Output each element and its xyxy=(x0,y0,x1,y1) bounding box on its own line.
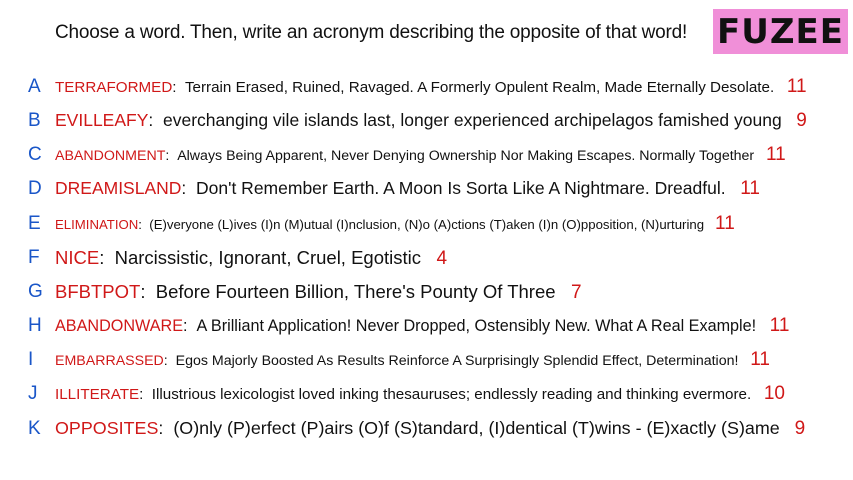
letter-count: 7 xyxy=(570,281,582,303)
option-letter: E xyxy=(28,213,41,234)
separator: : xyxy=(139,386,152,403)
answer-row: F NICE: Narcissistic, Ignorant, Cruel, Eg… xyxy=(0,242,853,274)
letter-count: 9 xyxy=(794,418,806,439)
answer-row: H ABANDONWARE: A Brilliant Application! N… xyxy=(0,310,853,342)
letter-count: 10 xyxy=(763,383,785,404)
letter-count: 9 xyxy=(796,110,807,131)
chosen-word: EMBARRASSED xyxy=(55,353,164,369)
chosen-word: ELIMINATION xyxy=(55,217,139,232)
chosen-word: ILLITERATE xyxy=(55,386,140,403)
separator: : xyxy=(148,110,163,130)
chosen-word: ABANDONMENT xyxy=(55,148,166,164)
separator: : xyxy=(181,178,197,198)
option-letter: F xyxy=(28,247,40,268)
acronym-text: (E)veryone (L)ives (I)n (M)utual (I)nclu… xyxy=(149,217,705,232)
option-letter: A xyxy=(28,76,41,97)
letter-count: 11 xyxy=(786,76,807,97)
option-letter: B xyxy=(28,110,41,131)
chosen-word: NICE xyxy=(55,246,100,268)
option-letter: G xyxy=(28,281,43,302)
chosen-word: OPPOSITES xyxy=(55,418,159,438)
separator: : xyxy=(99,246,115,268)
answer-row: A TERRAFORMED: Terrain Erased, Ruined, Ra… xyxy=(0,71,853,103)
acronym-text: Terrain Erased, Ruined, Ravaged. A Forme… xyxy=(184,79,775,96)
acronym-text: Always Being Apparent, Never Denying Own… xyxy=(177,148,755,164)
letter-count: 4 xyxy=(436,247,448,269)
chosen-word: BFBTPOT xyxy=(55,280,141,302)
letter-count: 11 xyxy=(715,213,735,234)
answer-row: E ELIMINATION: (E)veryone (L)ives (I)n (M… xyxy=(0,208,853,240)
answer-row: B EVILLEAFY: everchanging vile islands la… xyxy=(0,105,853,137)
chosen-word: DREAMISLAND xyxy=(55,178,182,198)
answer-row: I EMBARRASSED: Egos Majorly Boosted As Re… xyxy=(0,344,853,376)
answer-row: D DREAMISLAND: Don't Remember Earth. A Mo… xyxy=(0,173,853,205)
acronym-text: Before Fourteen Billion, There's Pounty … xyxy=(155,280,556,302)
separator: : xyxy=(183,317,197,335)
answer-row: J ILLITERATE: Illustrious lexicologist lo… xyxy=(0,378,853,410)
letter-count: 11 xyxy=(765,144,786,165)
option-letter: K xyxy=(28,418,41,439)
option-letter: I xyxy=(28,349,34,370)
acronym-text: A Brilliant Application! Never Dropped, … xyxy=(196,317,757,335)
letter-count: 11 xyxy=(740,178,760,199)
separator: : xyxy=(163,353,176,369)
chosen-word: ABANDONWARE xyxy=(55,317,184,335)
option-letter: H xyxy=(28,315,42,336)
prompt-text: Choose a word. Then, write an acronym de… xyxy=(55,22,688,43)
acronym-text: Egos Majorly Boosted As Results Reinforc… xyxy=(175,353,739,369)
separator: : xyxy=(172,79,185,96)
separator: : xyxy=(158,418,174,438)
separator: : xyxy=(165,148,178,164)
chosen-word: EVILLEAFY xyxy=(55,110,149,130)
letter-count: 11 xyxy=(769,315,790,336)
acronym-text: (O)nly (P)erfect (P)airs (O)f (S)tandard… xyxy=(173,418,780,438)
acronym-text: Don't Remember Earth. A Moon Is Sorta Li… xyxy=(196,178,726,198)
acronym-text: Narcissistic, Ignorant, Cruel, Egotistic xyxy=(114,246,422,268)
answer-row: C ABANDONMENT: Always Being Apparent, Nev… xyxy=(0,139,853,171)
separator: : xyxy=(140,280,156,302)
separator: : xyxy=(138,217,150,232)
letter-count: 11 xyxy=(750,349,770,370)
option-letter: C xyxy=(28,144,42,165)
option-letter: D xyxy=(28,178,42,199)
answer-row: K OPPOSITES: (O)nly (P)erfect (P)airs (O)… xyxy=(0,413,853,445)
fuzee-logo: FUZEE xyxy=(713,9,848,54)
option-letter: J xyxy=(28,383,38,404)
chosen-word: TERRAFORMED xyxy=(55,79,173,96)
acronym-text: Illustrious lexicologist loved inking th… xyxy=(151,386,752,403)
acronym-text: everchanging vile islands last, longer e… xyxy=(162,110,782,130)
answer-row: G BFBTPOT: Before Fourteen Billion, There… xyxy=(0,276,853,308)
